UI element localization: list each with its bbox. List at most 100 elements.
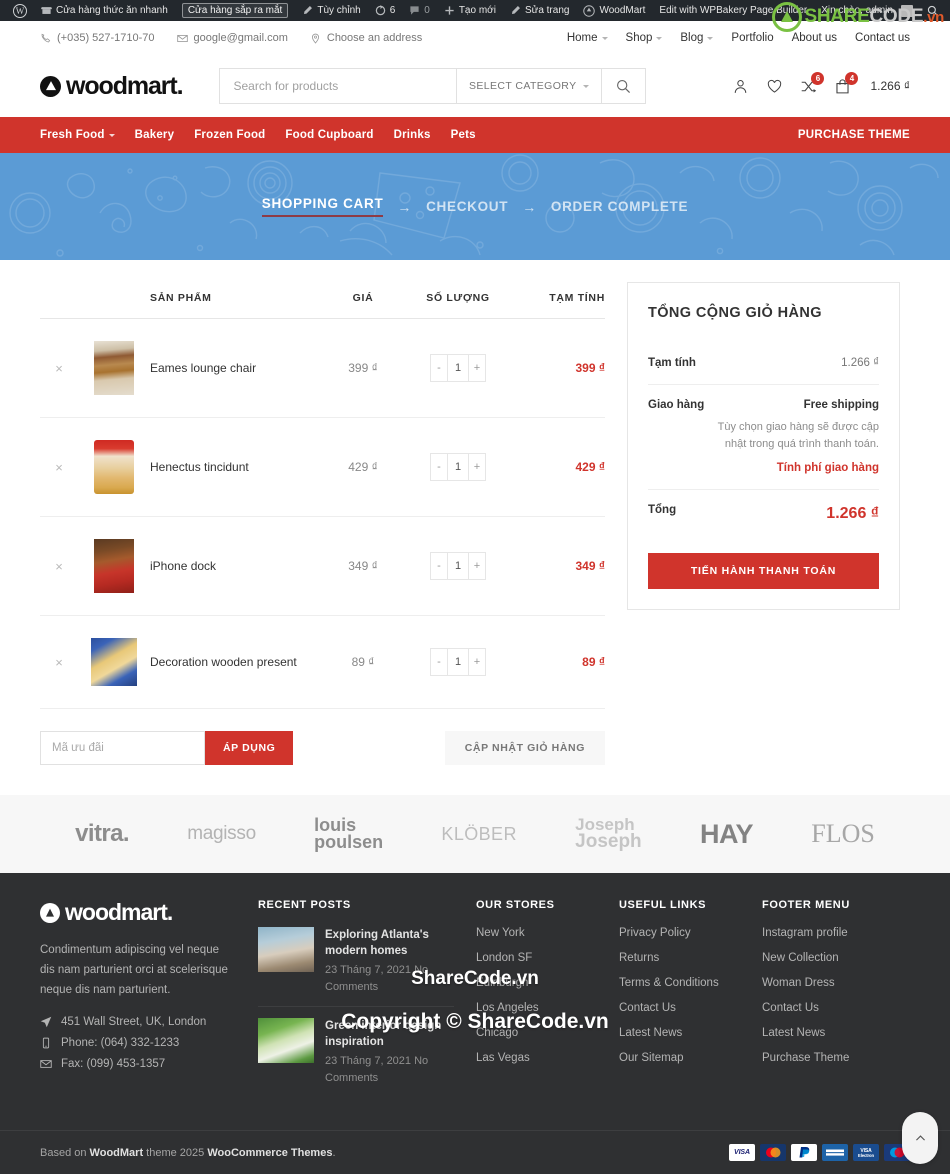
post-title[interactable]: Green interior design inspiration bbox=[325, 1018, 454, 1050]
quantity-value[interactable]: 1 bbox=[447, 454, 469, 480]
quantity-stepper[interactable]: - 1 + bbox=[430, 354, 486, 382]
brand-logo-klober[interactable]: KLÖBER bbox=[441, 824, 516, 845]
updates-button[interactable]: 6 bbox=[368, 0, 403, 21]
remove-item-button[interactable]: × bbox=[40, 559, 78, 574]
footer-menu-latest-news[interactable]: Latest News bbox=[762, 1027, 905, 1039]
post-thumbnail[interactable] bbox=[258, 1018, 314, 1064]
brand-logo-louis-poulsen[interactable]: louis poulsen bbox=[314, 816, 383, 851]
brand-logo-hay[interactable]: HAY bbox=[700, 819, 754, 850]
product-name[interactable]: iPhone dock bbox=[150, 559, 216, 573]
quantity-value[interactable]: 1 bbox=[447, 649, 469, 675]
quantity-value[interactable]: 1 bbox=[447, 553, 469, 579]
footer-menu-purchase-theme[interactable]: Purchase Theme bbox=[762, 1052, 905, 1064]
email-item[interactable]: google@gmail.com bbox=[176, 32, 288, 44]
nav-item-pets[interactable]: Pets bbox=[451, 129, 476, 141]
quantity-stepper[interactable]: - 1 + bbox=[430, 552, 486, 580]
nav-item-drinks[interactable]: Drinks bbox=[394, 129, 431, 141]
product-name[interactable]: Eames lounge chair bbox=[150, 361, 256, 375]
useful-link-sitemap[interactable]: Our Sitemap bbox=[619, 1052, 762, 1064]
nav-item-fresh-food[interactable]: Fresh Food bbox=[40, 129, 115, 141]
apply-coupon-button[interactable]: ÁP DỤNG bbox=[205, 731, 294, 765]
quantity-value[interactable]: 1 bbox=[447, 355, 469, 381]
topnav-portfolio[interactable]: Portfolio bbox=[731, 32, 773, 44]
quantity-minus-button[interactable]: - bbox=[431, 454, 447, 480]
nav-item-frozen-food[interactable]: Frozen Food bbox=[194, 129, 265, 141]
site-logo[interactable]: woodmart. bbox=[40, 72, 184, 101]
remove-item-button[interactable]: × bbox=[40, 655, 78, 670]
woodmart-button[interactable]: WoodMart bbox=[576, 0, 652, 21]
product-name[interactable]: Decoration wooden present bbox=[150, 655, 297, 669]
new-content-button[interactable]: Tạo mới bbox=[437, 0, 503, 21]
cart-button[interactable]: 4 bbox=[834, 71, 859, 95]
topnav-about[interactable]: About us bbox=[792, 32, 837, 44]
list-item[interactable]: Green interior design inspiration 23 Thá… bbox=[258, 1018, 454, 1097]
wordpress-logo-button[interactable] bbox=[6, 0, 34, 21]
step-order-complete[interactable]: ORDER COMPLETE bbox=[551, 199, 688, 214]
product-thumbnail[interactable] bbox=[94, 341, 134, 395]
address-item[interactable]: Choose an address bbox=[310, 32, 422, 44]
wishlist-button[interactable] bbox=[766, 78, 783, 95]
step-shopping-cart[interactable]: SHOPPING CART bbox=[261, 196, 384, 217]
brand-logo-flos[interactable]: FLOS bbox=[811, 819, 875, 849]
compare-button[interactable]: 6 bbox=[800, 71, 825, 95]
account-greeting[interactable]: Xin chào, admin bbox=[814, 0, 920, 21]
remove-item-button[interactable]: × bbox=[40, 361, 78, 376]
calculate-shipping-link[interactable]: Tính phí giao hàng bbox=[710, 460, 879, 477]
store-link-los-angeles[interactable]: Los Angeles bbox=[476, 1002, 619, 1014]
wpbakery-button[interactable]: Edit with WPBakery Page Builder bbox=[652, 0, 814, 21]
coming-soon-button[interactable]: Cửa hàng sắp ra mắt bbox=[175, 0, 296, 21]
footer-menu-new-collection[interactable]: New Collection bbox=[762, 952, 905, 964]
post-title[interactable]: Exploring Atlanta's modern homes bbox=[325, 927, 454, 959]
search-input[interactable] bbox=[219, 69, 456, 103]
product-thumbnail[interactable] bbox=[94, 440, 134, 494]
account-button[interactable] bbox=[732, 78, 749, 95]
search-button[interactable] bbox=[600, 69, 645, 103]
customize-button[interactable]: Tùy chỉnh bbox=[295, 0, 367, 21]
useful-link-latest-news[interactable]: Latest News bbox=[619, 1027, 762, 1039]
useful-link-terms[interactable]: Terms & Conditions bbox=[619, 977, 762, 989]
proceed-to-checkout-button[interactable]: TIẾN HÀNH THANH TOÁN bbox=[648, 553, 879, 590]
phone-item[interactable]: (+035) 527-1710-70 bbox=[40, 32, 155, 44]
brand-logo-vitra[interactable]: vitra. bbox=[75, 820, 129, 848]
topnav-blog[interactable]: Blog bbox=[680, 32, 714, 44]
list-item[interactable]: Exploring Atlanta's modern homes 23 Thán… bbox=[258, 927, 454, 1008]
footer-menu-instagram[interactable]: Instagram profile bbox=[762, 927, 905, 939]
edit-page-button[interactable]: Sửa trang bbox=[503, 0, 577, 21]
nav-item-bakery[interactable]: Bakery bbox=[135, 129, 175, 141]
store-link-chicago[interactable]: Chicago bbox=[476, 1027, 619, 1039]
quantity-plus-button[interactable]: + bbox=[469, 649, 485, 675]
store-link-las-vegas[interactable]: Las Vegas bbox=[476, 1052, 619, 1064]
post-thumbnail[interactable] bbox=[258, 927, 314, 972]
footer-menu-contact-us[interactable]: Contact Us bbox=[762, 1002, 905, 1014]
useful-link-contact-us[interactable]: Contact Us bbox=[619, 1002, 762, 1014]
admin-search-button[interactable] bbox=[920, 0, 946, 21]
remove-item-button[interactable]: × bbox=[40, 460, 78, 475]
comments-button[interactable]: 0 bbox=[402, 0, 437, 21]
store-link-london-sf[interactable]: London SF bbox=[476, 952, 619, 964]
product-thumbnail[interactable] bbox=[94, 539, 134, 593]
useful-link-privacy-policy[interactable]: Privacy Policy bbox=[619, 927, 762, 939]
store-link-new-york[interactable]: New York bbox=[476, 927, 619, 939]
brand-logo-magisso[interactable]: magisso bbox=[187, 823, 256, 845]
product-thumbnail[interactable] bbox=[91, 638, 137, 686]
coupon-input[interactable] bbox=[40, 731, 205, 765]
topnav-shop[interactable]: Shop bbox=[626, 32, 663, 44]
quantity-stepper[interactable]: - 1 + bbox=[430, 648, 486, 676]
site-name-button[interactable]: Cửa hàng thức ăn nhanh bbox=[34, 0, 175, 21]
quantity-stepper[interactable]: - 1 + bbox=[430, 453, 486, 481]
footer-logo[interactable]: woodmart. bbox=[40, 899, 236, 926]
category-select[interactable]: SELECT CATEGORY bbox=[455, 69, 601, 103]
step-checkout[interactable]: CHECKOUT bbox=[426, 199, 508, 214]
update-cart-button[interactable]: CẬP NHẬT GIỎ HÀNG bbox=[444, 731, 605, 765]
scroll-to-top-button[interactable] bbox=[902, 1112, 938, 1165]
quantity-minus-button[interactable]: - bbox=[431, 553, 447, 579]
useful-link-returns[interactable]: Returns bbox=[619, 952, 762, 964]
purchase-theme-button[interactable]: PURCHASE THEME bbox=[798, 129, 910, 141]
footer-menu-woman-dress[interactable]: Woman Dress bbox=[762, 977, 905, 989]
topnav-contact[interactable]: Contact us bbox=[855, 32, 910, 44]
topnav-home[interactable]: Home bbox=[567, 32, 608, 44]
quantity-plus-button[interactable]: + bbox=[469, 355, 485, 381]
quantity-minus-button[interactable]: - bbox=[431, 355, 447, 381]
product-name[interactable]: Henectus tincidunt bbox=[150, 460, 249, 474]
nav-item-food-cupboard[interactable]: Food Cupboard bbox=[285, 129, 373, 141]
